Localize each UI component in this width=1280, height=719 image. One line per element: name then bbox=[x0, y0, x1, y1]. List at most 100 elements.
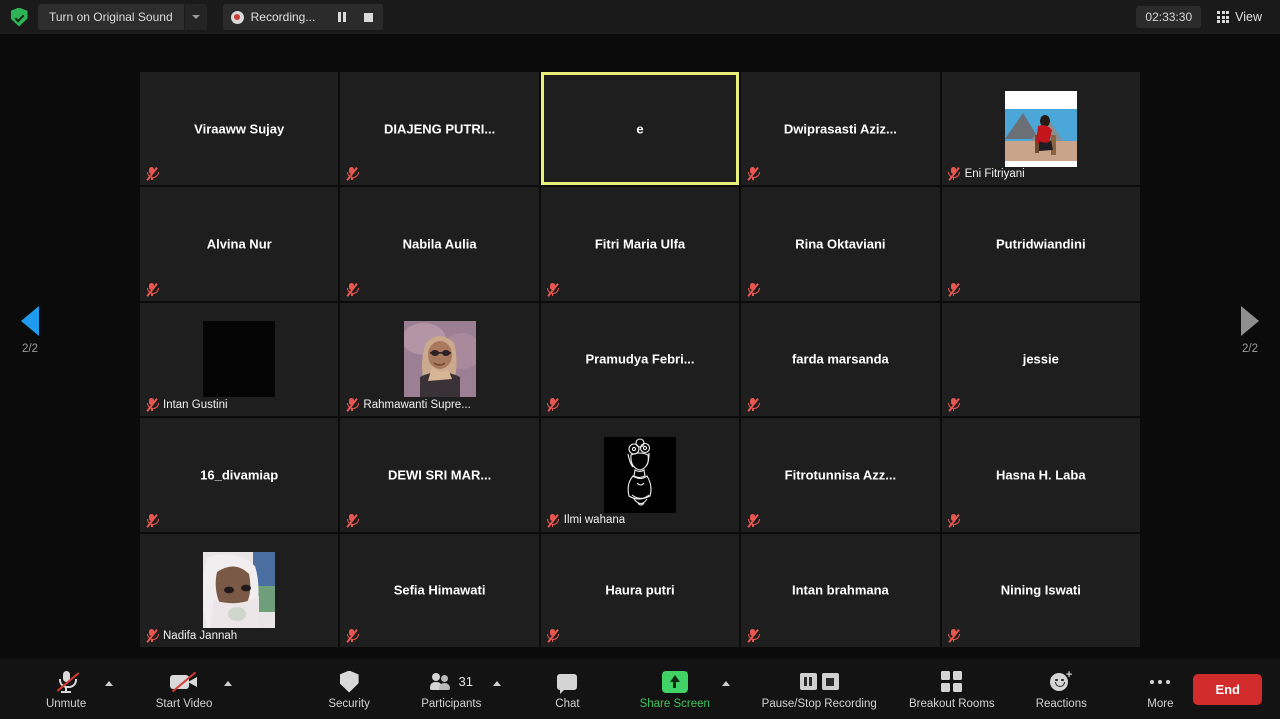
participant-avatar bbox=[1004, 90, 1077, 167]
participant-tile[interactable]: farda marsanda bbox=[741, 302, 940, 417]
participant-name: Eni Fitriyani bbox=[964, 167, 1025, 180]
participant-tile[interactable]: Dwiprasasti Aziz... bbox=[741, 72, 940, 186]
microphone-muted-icon bbox=[56, 669, 80, 695]
participant-footer: Intan Gustini bbox=[145, 397, 228, 412]
participant-tile[interactable]: Putridwiandini bbox=[941, 187, 1140, 301]
top-bar-left-group: Turn on Original Sound Recording... bbox=[0, 4, 384, 30]
audio-control-group: Unmute bbox=[33, 663, 114, 715]
pause-stop-recording-button[interactable]: Pause/Stop Recording bbox=[762, 663, 877, 715]
original-sound-label[interactable]: Turn on Original Sound bbox=[38, 4, 184, 30]
participant-footer bbox=[947, 628, 961, 643]
participant-tile[interactable]: Fitri Maria Ulfa bbox=[540, 187, 740, 301]
start-video-button[interactable]: Start Video bbox=[150, 663, 219, 715]
participant-footer bbox=[746, 397, 760, 412]
microphone-muted-icon bbox=[546, 282, 560, 297]
more-button[interactable]: More bbox=[1127, 663, 1193, 715]
participant-avatar bbox=[603, 436, 676, 513]
participant-footer bbox=[145, 513, 159, 528]
video-options-chevron-icon[interactable] bbox=[224, 680, 233, 686]
more-dots-icon bbox=[1150, 669, 1171, 695]
participant-tile[interactable]: Rahmawanti Supre... bbox=[340, 302, 539, 417]
participant-footer bbox=[345, 513, 359, 528]
participant-name: Sefia Himawati bbox=[393, 582, 486, 598]
participant-tile[interactable]: 16_divamiap bbox=[140, 418, 339, 532]
stop-recording-button[interactable] bbox=[355, 4, 381, 30]
chevron-right-icon[interactable] bbox=[1241, 306, 1259, 336]
participant-tile[interactable]: Pramudya Febri... bbox=[540, 302, 740, 417]
security-button[interactable]: Security bbox=[316, 663, 382, 715]
unmute-label: Unmute bbox=[45, 697, 87, 710]
previous-page-control[interactable]: 2/2 bbox=[0, 306, 60, 355]
view-button-label: View bbox=[1235, 10, 1262, 24]
pause-recording-button[interactable] bbox=[329, 4, 355, 30]
participant-name: farda marsanda bbox=[791, 351, 889, 367]
participant-footer bbox=[546, 397, 560, 412]
encryption-shield-icon[interactable] bbox=[8, 6, 30, 28]
participant-name: Putridwiandini bbox=[996, 236, 1086, 252]
chat-bubble-icon bbox=[557, 669, 578, 695]
microphone-muted-icon bbox=[947, 628, 961, 643]
recording-indicator: Recording... bbox=[222, 4, 384, 30]
grid-view-icon bbox=[1217, 11, 1230, 23]
pause-icon bbox=[338, 12, 347, 22]
shield-icon bbox=[339, 669, 359, 695]
participant-name: Dwiprasasti Aziz... bbox=[783, 121, 897, 137]
original-sound-control[interactable]: Turn on Original Sound bbox=[38, 4, 207, 30]
microphone-muted-icon bbox=[345, 166, 359, 182]
participant-tile[interactable]: DEWI SRI MAR... bbox=[340, 418, 539, 532]
gallery-stage: 2/2 Viraaww Sujay DIAJENG PUTRI... e Dwipra… bbox=[0, 34, 1280, 659]
reactions-button[interactable]: + Reactions bbox=[1028, 663, 1094, 715]
participant-tile[interactable]: Ilmi wahana bbox=[540, 418, 740, 532]
breakout-rooms-icon bbox=[941, 669, 963, 695]
participant-tile[interactable]: Viraaww Sujay bbox=[140, 72, 339, 186]
share-options-chevron-icon[interactable] bbox=[721, 680, 730, 686]
participant-tile[interactable]: Eni Fitriyani bbox=[941, 72, 1140, 186]
participant-tile[interactable]: Intan Gustini bbox=[140, 302, 339, 417]
participant-tile[interactable]: Nabila Aulia bbox=[340, 187, 539, 301]
recording-controls-icon bbox=[799, 669, 839, 695]
share-screen-button[interactable]: Share Screen bbox=[634, 663, 716, 715]
participant-tile[interactable]: Rina Oktaviani bbox=[741, 187, 940, 301]
participant-tile[interactable]: Nining Iswati bbox=[941, 533, 1140, 647]
participant-tile[interactable]: Alvina Nur bbox=[140, 187, 339, 301]
share-screen-label: Share Screen bbox=[639, 697, 710, 710]
participants-label: Participants bbox=[421, 697, 482, 710]
participant-footer bbox=[947, 282, 961, 297]
participant-footer bbox=[746, 513, 760, 528]
microphone-muted-icon bbox=[746, 166, 760, 182]
end-meeting-button[interactable]: End bbox=[1193, 673, 1262, 705]
participant-tile[interactable]: Haura putri bbox=[540, 533, 740, 647]
video-control-group: Start Video bbox=[150, 663, 233, 715]
participant-tile[interactable]: Sefia Himawati bbox=[340, 533, 539, 647]
participant-tile[interactable]: Hasna H. Laba bbox=[941, 418, 1140, 532]
microphone-muted-icon bbox=[947, 513, 961, 528]
breakout-rooms-button[interactable]: Breakout Rooms bbox=[908, 663, 995, 715]
microphone-muted-icon bbox=[145, 282, 159, 297]
chevron-left-icon[interactable] bbox=[21, 306, 39, 336]
participants-count: 31 bbox=[458, 674, 474, 689]
participant-footer bbox=[746, 628, 760, 643]
next-page-control[interactable]: 2/2 bbox=[1220, 306, 1280, 355]
microphone-muted-icon bbox=[546, 513, 560, 528]
participant-name: Rina Oktaviani bbox=[795, 236, 886, 252]
participant-tile[interactable]: e bbox=[540, 72, 740, 186]
participant-tile[interactable]: Intan brahmana bbox=[741, 533, 940, 647]
participant-tile[interactable]: Fitrotunnisa Azz... bbox=[741, 418, 940, 532]
chevron-down-icon bbox=[191, 15, 200, 19]
chat-button[interactable]: Chat bbox=[534, 663, 600, 715]
participant-tile[interactable]: jessie bbox=[941, 302, 1140, 417]
participants-button[interactable]: 31 Participants bbox=[415, 663, 487, 715]
microphone-muted-icon bbox=[145, 513, 159, 528]
microphone-muted-icon bbox=[746, 628, 760, 643]
participant-avatar bbox=[203, 552, 276, 629]
audio-options-chevron-icon[interactable] bbox=[105, 680, 114, 686]
unmute-button[interactable]: Unmute bbox=[33, 663, 99, 715]
view-button[interactable]: View bbox=[1209, 6, 1270, 28]
microphone-muted-icon bbox=[746, 397, 760, 412]
microphone-muted-icon bbox=[947, 282, 961, 297]
participant-tile[interactable]: Nadifa Jannah bbox=[140, 533, 339, 647]
participants-options-chevron-icon[interactable] bbox=[493, 680, 502, 686]
participant-tile[interactable]: DIAJENG PUTRI... bbox=[340, 72, 539, 186]
participant-footer: Nadifa Jannah bbox=[145, 628, 237, 643]
original-sound-dropdown-button[interactable] bbox=[183, 4, 207, 30]
